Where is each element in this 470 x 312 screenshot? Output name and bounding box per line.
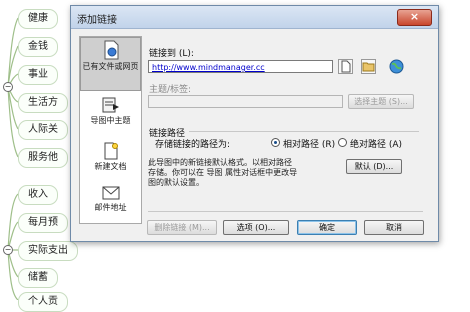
browse-web-button[interactable] bbox=[389, 59, 404, 74]
topic-label: 主题/标签: bbox=[149, 85, 192, 95]
relative-path-label[interactable]: 相对路径 (R) bbox=[283, 137, 335, 150]
browse-folder-button[interactable] bbox=[361, 59, 376, 74]
topic-input[interactable] bbox=[148, 95, 343, 108]
mindmap-node[interactable]: 金钱 bbox=[18, 37, 58, 57]
ok-button[interactable]: 确定 bbox=[297, 220, 357, 235]
mindmap-node[interactable]: 收入 bbox=[18, 185, 58, 205]
mindmap-node[interactable]: 事业 bbox=[18, 65, 58, 85]
footer-divider bbox=[148, 211, 423, 212]
mindmap-collapse-toggle[interactable]: − bbox=[3, 82, 13, 92]
nav-email-address[interactable]: 邮件地址 bbox=[80, 183, 141, 221]
mindmap-collapse-toggle[interactable]: − bbox=[3, 245, 13, 255]
nav-label: 邮件地址 bbox=[94, 203, 127, 212]
link-to-label: 链接到 (L): bbox=[149, 49, 194, 59]
mindmap-node[interactable]: 个人贡 bbox=[18, 292, 68, 312]
absolute-path-radio[interactable] bbox=[338, 138, 347, 147]
store-path-label: 存储链接的路径为: bbox=[155, 140, 231, 150]
close-icon: × bbox=[409, 10, 420, 23]
document-icon bbox=[104, 40, 118, 60]
add-link-dialog: 添加链接 × 已有文件或网页 导图中主题 新建文档 邮件地址 链接到 (L): … bbox=[70, 5, 439, 242]
nav-label: 已有文件或网页 bbox=[82, 62, 139, 71]
relative-path-radio[interactable] bbox=[271, 138, 280, 147]
browse-file-button[interactable] bbox=[338, 59, 353, 74]
mindmap-node[interactable]: 健康 bbox=[18, 9, 58, 29]
dialog-title: 添加链接 bbox=[77, 15, 117, 26]
default-button[interactable]: 默认 (D)... bbox=[346, 159, 402, 174]
folder-icon bbox=[362, 62, 375, 72]
mindmap-node[interactable]: 实际支出 bbox=[18, 241, 78, 261]
path-section-divider bbox=[189, 131, 419, 132]
nav-existing-file[interactable]: 已有文件或网页 bbox=[80, 37, 141, 91]
file-icon bbox=[341, 60, 351, 73]
link-url-input[interactable]: http://www.mindmanager.cc bbox=[148, 60, 333, 73]
link-type-panel: 已有文件或网页 导图中主题 新建文档 邮件地址 bbox=[79, 36, 142, 224]
options-button[interactable]: 选项 (O)... bbox=[223, 220, 289, 235]
mindmap-node[interactable]: 储蓄 bbox=[18, 268, 58, 288]
nav-label: 导图中主题 bbox=[90, 116, 131, 125]
nav-map-topic[interactable]: 导图中主题 bbox=[80, 94, 141, 132]
cancel-button[interactable]: 取消 bbox=[364, 220, 424, 235]
nav-new-document[interactable]: 新建文档 bbox=[80, 140, 141, 178]
path-info-text: 图的默认设置。 bbox=[148, 178, 204, 187]
globe-icon bbox=[389, 59, 404, 74]
absolute-path-label[interactable]: 绝对路径 (A) bbox=[350, 137, 402, 150]
email-icon bbox=[102, 186, 119, 200]
select-topic-button[interactable]: 选择主题 (S)... bbox=[348, 94, 414, 109]
mindmap-node[interactable]: 服务他 bbox=[18, 148, 68, 168]
mindmap-node[interactable]: 每月预 bbox=[18, 213, 68, 233]
nav-label: 新建文档 bbox=[94, 162, 127, 171]
mindmap-node[interactable]: 人际关 bbox=[18, 120, 68, 140]
close-button[interactable]: × bbox=[397, 9, 432, 26]
topic-icon bbox=[102, 97, 119, 113]
dialog-titlebar[interactable]: 添加链接 × bbox=[71, 6, 438, 29]
mindmap-node[interactable]: 生活方 bbox=[18, 93, 68, 113]
new-document-icon bbox=[104, 142, 118, 160]
remove-link-button[interactable]: 删除链接 (M)... bbox=[147, 220, 217, 235]
